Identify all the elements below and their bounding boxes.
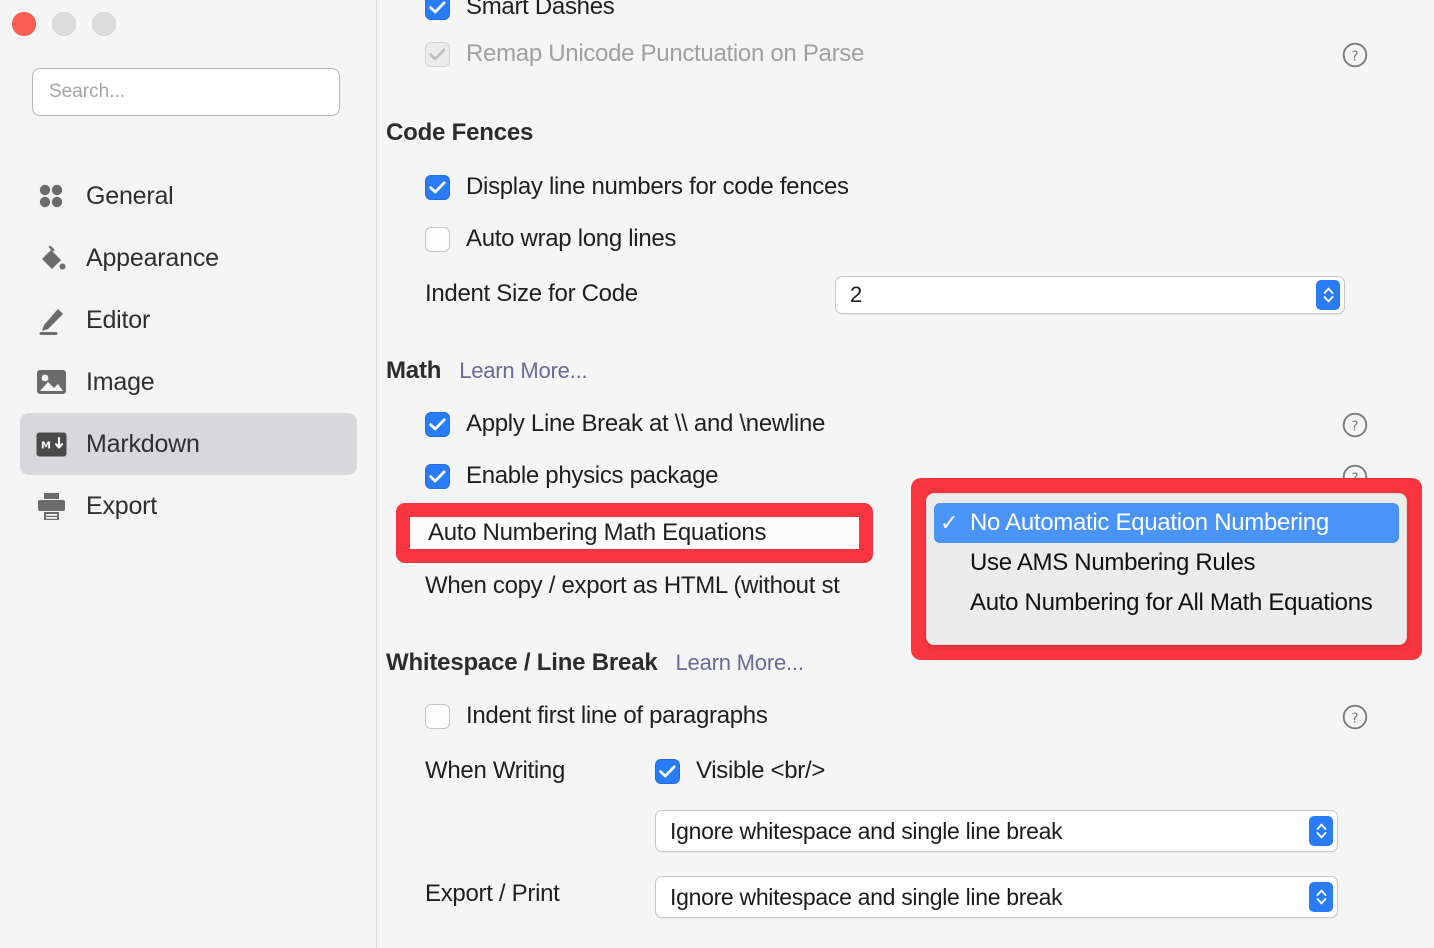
export-print-select-arrows[interactable] [1309, 882, 1333, 912]
search-field-wrapper [32, 68, 340, 116]
display-line-numbers-label: Display line numbers for code fences [466, 173, 849, 200]
when-copy-export-text: When copy / export as HTML (without st [425, 572, 840, 599]
indent-first-line-row[interactable]: Indent first line of paragraphs [425, 702, 768, 730]
export-print-select[interactable]: Ignore whitespace and single line break [655, 876, 1338, 918]
sidebar-item-label: Appearance [86, 243, 219, 272]
help-icon-remap-unicode[interactable]: ? [1342, 42, 1368, 68]
remap-unicode-label: Remap Unicode Punctuation on Parse [466, 40, 865, 67]
menu-item-auto-numbering-for-all-math-equations[interactable]: Auto Numbering for All Math Equations [934, 583, 1399, 623]
apply-line-break-label: Apply Line Break at \\ and \newline [466, 410, 826, 437]
smart-dashes-checkbox[interactable] [425, 0, 450, 20]
auto-wrap-row[interactable]: Auto wrap long lines [425, 225, 676, 253]
annotation-box-auto-numbering-label: Auto Numbering Math Equations [396, 503, 873, 563]
sidebar-item-label: Export [86, 491, 158, 520]
four-dots-icon [34, 179, 68, 213]
when-writing-label: When Writing [425, 757, 566, 784]
printer-icon [34, 489, 68, 523]
enable-physics-row[interactable]: Enable physics package [425, 462, 719, 490]
smart-dashes-label: Smart Dashes [466, 0, 615, 20]
sidebar-item-editor[interactable]: Editor [20, 289, 357, 351]
visible-br-checkbox[interactable] [655, 758, 680, 784]
math-section-header: Math Learn More... [386, 357, 588, 385]
annotation-box-equation-numbering-menu: ✓ No Automatic Equation Numbering Use AM… [911, 478, 1422, 660]
section-title: Whitespace / Line Break [386, 649, 658, 676]
sidebar-item-appearance[interactable]: Appearance [20, 227, 357, 289]
display-line-numbers-row[interactable]: Display line numbers for code fences [425, 173, 849, 201]
svg-text:?: ? [1351, 710, 1358, 726]
checkmark-icon: ✓ [940, 510, 959, 535]
code-fences-section-header: Code Fences [386, 119, 533, 147]
auto-wrap-checkbox[interactable] [425, 226, 450, 252]
close-button[interactable] [12, 12, 36, 36]
indent-first-line-label: Indent first line of paragraphs [466, 702, 768, 729]
when-writing-label-wrap: When Writing [425, 757, 565, 785]
equation-numbering-menu: ✓ No Automatic Equation Numbering Use AM… [926, 493, 1407, 645]
menu-item-label: Use AMS Numbering Rules [970, 549, 1256, 576]
menu-item-label: No Automatic Equation Numbering [970, 509, 1329, 536]
whitespace-section-header: Whitespace / Line Break Learn More... [386, 649, 804, 677]
paint-bucket-icon [34, 241, 68, 275]
svg-text:?: ? [1351, 418, 1358, 434]
display-line-numbers-checkbox[interactable] [425, 174, 450, 200]
sidebar-item-markdown[interactable]: M Markdown [20, 413, 357, 475]
sidebar-item-image[interactable]: Image [20, 351, 357, 413]
indent-size-stepper[interactable]: 2 [835, 276, 1345, 314]
when-copy-export-text-row: When copy / export as HTML (without st [425, 572, 840, 600]
minimize-button[interactable] [52, 12, 76, 36]
sidebar-item-label: Editor [86, 305, 151, 334]
section-title: Code Fences [386, 119, 534, 146]
whitespace-learn-more-link[interactable]: Learn More... [676, 650, 804, 676]
menu-item-use-ams-numbering-rules[interactable]: Use AMS Numbering Rules [934, 543, 1399, 583]
when-writing-select-value: Ignore whitespace and single line break [670, 817, 1063, 844]
stepper-arrows[interactable] [1316, 280, 1340, 310]
math-learn-more-link[interactable]: Learn More... [459, 358, 587, 384]
sidebar-nav: General Appearance Editor Image M Markdo… [0, 165, 377, 537]
sidebar: General Appearance [0, 0, 377, 948]
indent-first-line-checkbox[interactable] [425, 703, 450, 729]
svg-text:?: ? [1351, 48, 1358, 64]
smart-dashes-row[interactable]: Smart Dashes [425, 0, 615, 21]
picture-icon [34, 365, 68, 399]
apply-line-break-row[interactable]: Apply Line Break at \\ and \newline [425, 410, 825, 438]
help-icon-indent-first-line[interactable]: ? [1342, 704, 1368, 730]
menu-item-no-automatic-equation-numbering[interactable]: ✓ No Automatic Equation Numbering [934, 503, 1399, 543]
preferences-window: General Appearance [0, 0, 1434, 948]
remap-unicode-checkbox [425, 41, 450, 67]
indent-size-value: 2 [850, 282, 863, 307]
export-print-label: Export / Print [425, 880, 560, 907]
sidebar-item-label: Image [86, 367, 155, 396]
visible-br-row[interactable]: Visible <br/> [655, 757, 825, 785]
auto-wrap-label: Auto wrap long lines [466, 225, 677, 252]
sidebar-item-label: Markdown [86, 429, 200, 458]
search-input[interactable] [32, 68, 340, 116]
markdown-settings-pane: Smart Dashes Remap Unicode Punctuation o… [377, 0, 1434, 948]
enable-physics-checkbox[interactable] [425, 463, 450, 489]
pencil-icon [34, 303, 68, 337]
when-writing-select[interactable]: Ignore whitespace and single line break [655, 810, 1338, 852]
enable-physics-label: Enable physics package [466, 462, 719, 489]
sidebar-item-export[interactable]: Export [20, 475, 357, 537]
sidebar-item-general[interactable]: General [20, 165, 357, 227]
svg-text:M: M [41, 440, 51, 451]
export-print-label-wrap: Export / Print [425, 880, 560, 908]
apply-line-break-checkbox[interactable] [425, 411, 450, 437]
sidebar-item-label: General [86, 181, 174, 210]
auto-numbering-label: Auto Numbering Math Equations [428, 519, 767, 546]
menu-item-label: Auto Numbering for All Math Equations [970, 589, 1373, 616]
indent-size-label-wrap: Indent Size for Code [425, 280, 638, 308]
zoom-button[interactable] [92, 12, 116, 36]
export-print-select-value: Ignore whitespace and single line break [670, 883, 1063, 910]
markdown-icon: M [34, 427, 68, 461]
window-controls [12, 12, 116, 36]
when-writing-select-arrows[interactable] [1309, 816, 1333, 846]
visible-br-label: Visible <br/> [696, 757, 826, 784]
help-icon-apply-line-break[interactable]: ? [1342, 412, 1368, 438]
remap-unicode-row: Remap Unicode Punctuation on Parse [425, 40, 864, 68]
indent-size-label: Indent Size for Code [425, 280, 638, 307]
section-title: Math [386, 357, 442, 384]
